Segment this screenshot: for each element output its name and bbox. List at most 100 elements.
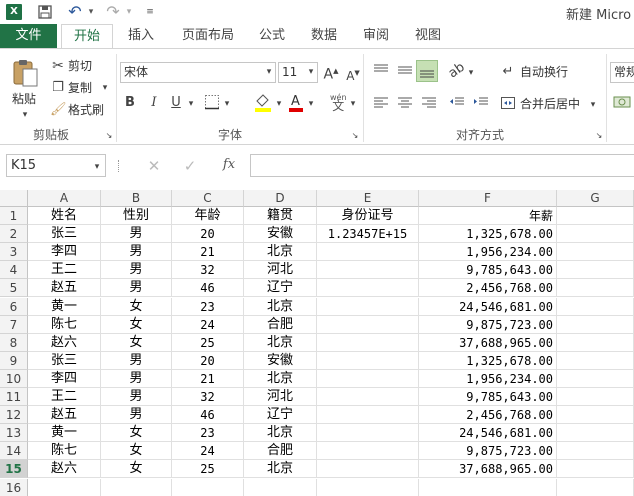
cell-b5[interactable]: 男 bbox=[101, 279, 172, 298]
cell-a12[interactable]: 赵五 bbox=[28, 406, 101, 425]
cell-g14[interactable] bbox=[557, 442, 634, 461]
cell-c7[interactable]: 24 bbox=[172, 315, 244, 334]
cell-g7[interactable] bbox=[557, 315, 634, 334]
tab-formulas[interactable]: 公式 bbox=[250, 24, 294, 48]
row-header[interactable]: 15 bbox=[0, 460, 28, 479]
cell-f7[interactable]: 9,875,723.00 bbox=[419, 315, 557, 334]
bold-button[interactable]: B bbox=[122, 94, 138, 112]
cell-e3[interactable] bbox=[317, 243, 419, 262]
merge-dropdown-icon[interactable]: ▾ bbox=[588, 96, 598, 114]
cell-c1[interactable]: 年龄 bbox=[172, 207, 244, 226]
cell-b6[interactable]: 女 bbox=[101, 297, 172, 316]
tab-view[interactable]: 视图 bbox=[406, 24, 450, 48]
cell-a3[interactable]: 李四 bbox=[28, 243, 101, 262]
number-format-select[interactable]: 常规 bbox=[610, 62, 634, 83]
cell-g13[interactable] bbox=[557, 424, 634, 443]
cell-a2[interactable]: 张三 bbox=[28, 225, 101, 244]
font-launcher-icon[interactable]: ↘ bbox=[350, 127, 360, 145]
cell-a9[interactable]: 张三 bbox=[28, 351, 101, 370]
wrap-text-icon[interactable]: ↵ bbox=[500, 63, 516, 81]
row-header[interactable]: 7 bbox=[0, 315, 28, 334]
cell-g6[interactable] bbox=[557, 297, 634, 316]
cell-a13[interactable]: 黄一 bbox=[28, 424, 101, 443]
cell-d14[interactable]: 合肥 bbox=[244, 442, 317, 461]
italic-button[interactable]: I bbox=[146, 94, 162, 112]
cell-c15[interactable]: 25 bbox=[172, 460, 244, 479]
row-header[interactable]: 8 bbox=[0, 333, 28, 352]
column-header-b[interactable]: B bbox=[101, 190, 172, 207]
cell-f1[interactable]: 年薪 bbox=[419, 207, 557, 226]
tab-home[interactable]: 开始 bbox=[61, 24, 113, 49]
cell-e9[interactable] bbox=[317, 351, 419, 370]
cell-c6[interactable]: 23 bbox=[172, 297, 244, 316]
merge-center-icon[interactable] bbox=[500, 95, 516, 111]
cell-d12[interactable]: 辽宁 bbox=[244, 406, 317, 425]
row-header[interactable]: 10 bbox=[0, 369, 28, 388]
cell-f3[interactable]: 1,956,234.00 bbox=[419, 243, 557, 262]
cell-f14[interactable]: 9,875,723.00 bbox=[419, 442, 557, 461]
align-right-icon[interactable] bbox=[420, 95, 438, 111]
cell-b8[interactable]: 女 bbox=[101, 333, 172, 352]
cell-g9[interactable] bbox=[557, 351, 634, 370]
cell-a8[interactable]: 赵六 bbox=[28, 333, 101, 352]
cell-b3[interactable]: 男 bbox=[101, 243, 172, 262]
orientation-dropdown-icon[interactable]: ▾ bbox=[466, 64, 476, 82]
fill-color-dropdown-icon[interactable]: ▾ bbox=[274, 95, 284, 113]
undo-dropdown-icon[interactable]: ▾ bbox=[86, 3, 96, 21]
cell-c14[interactable]: 24 bbox=[172, 442, 244, 461]
row-header[interactable]: 4 bbox=[0, 261, 28, 280]
column-header-a[interactable]: A bbox=[28, 190, 101, 207]
underline-dropdown-icon[interactable]: ▾ bbox=[186, 95, 196, 113]
cell-e2[interactable]: 1.23457E+15 bbox=[317, 225, 419, 244]
borders-icon[interactable] bbox=[204, 94, 220, 110]
row-header[interactable]: 16 bbox=[0, 478, 28, 496]
cell-b7[interactable]: 女 bbox=[101, 315, 172, 334]
font-name-dropdown-icon[interactable]: ▾ bbox=[264, 63, 274, 81]
cell-b1[interactable]: 性别 bbox=[101, 207, 172, 226]
format-painter-icon[interactable]: 🖌 bbox=[50, 101, 67, 119]
cell-b10[interactable]: 男 bbox=[101, 369, 172, 388]
cell-a10[interactable]: 李四 bbox=[28, 369, 101, 388]
cell-a7[interactable]: 陈七 bbox=[28, 315, 101, 334]
merge-center-button[interactable]: 合并后居中 bbox=[520, 95, 580, 113]
cell-f10[interactable]: 1,956,234.00 bbox=[419, 369, 557, 388]
cell-e12[interactable] bbox=[317, 406, 419, 425]
align-top-icon[interactable] bbox=[372, 62, 390, 78]
font-size-dropdown-icon[interactable]: ▾ bbox=[306, 63, 316, 81]
cell-b14[interactable]: 女 bbox=[101, 442, 172, 461]
cell-b2[interactable]: 男 bbox=[101, 225, 172, 244]
phonetic-icon[interactable]: wén 文 bbox=[330, 93, 347, 112]
paste-dropdown-icon[interactable]: ▾ bbox=[20, 106, 30, 124]
cell-g10[interactable] bbox=[557, 369, 634, 388]
row-header[interactable]: 5 bbox=[0, 279, 28, 298]
cell-d9[interactable]: 安徽 bbox=[244, 351, 317, 370]
customize-toolbar-icon[interactable]: ≡ bbox=[144, 3, 156, 21]
cell-c11[interactable]: 32 bbox=[172, 388, 244, 407]
align-middle-icon[interactable] bbox=[396, 62, 414, 78]
cell-c9[interactable]: 20 bbox=[172, 351, 244, 370]
cell-a6[interactable]: 黄一 bbox=[28, 297, 101, 316]
cell-e14[interactable] bbox=[317, 442, 419, 461]
cell-d16[interactable] bbox=[244, 478, 317, 496]
column-header-g[interactable]: G bbox=[557, 190, 634, 207]
cell-d15[interactable]: 北京 bbox=[244, 460, 317, 479]
cell-c10[interactable]: 21 bbox=[172, 369, 244, 388]
column-header-d[interactable]: D bbox=[244, 190, 317, 207]
cell-f12[interactable]: 2,456,768.00 bbox=[419, 406, 557, 425]
row-header[interactable]: 11 bbox=[0, 388, 28, 407]
name-box[interactable]: K15 bbox=[6, 154, 106, 177]
name-box-dropdown-icon[interactable]: ▾ bbox=[92, 158, 102, 176]
scissors-icon[interactable]: ✂ bbox=[50, 57, 66, 75]
decrease-font-icon[interactable]: A▼ bbox=[344, 64, 362, 85]
cell-f5[interactable]: 2,456,768.00 bbox=[419, 279, 557, 298]
clipboard-launcher-icon[interactable]: ↘ bbox=[104, 127, 114, 145]
cell-g12[interactable] bbox=[557, 406, 634, 425]
cell-e10[interactable] bbox=[317, 369, 419, 388]
cell-g3[interactable] bbox=[557, 243, 634, 262]
cell-f9[interactable]: 1,325,678.00 bbox=[419, 351, 557, 370]
formula-input[interactable] bbox=[250, 154, 634, 177]
cell-f4[interactable]: 9,785,643.00 bbox=[419, 261, 557, 280]
row-header[interactable]: 9 bbox=[0, 351, 28, 370]
cell-a16[interactable] bbox=[28, 478, 101, 496]
save-icon[interactable] bbox=[36, 3, 54, 21]
